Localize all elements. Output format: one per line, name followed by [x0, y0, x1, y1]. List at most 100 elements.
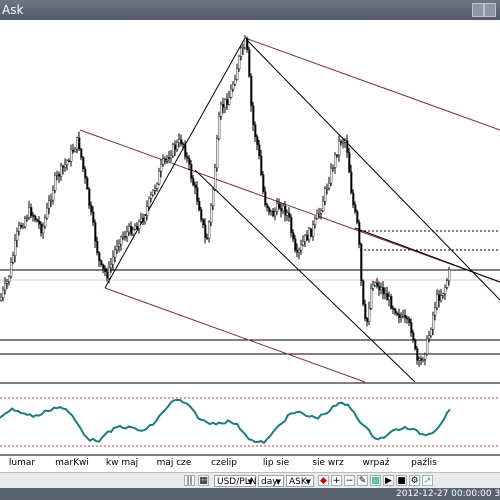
candle-body [320, 210, 323, 214]
candle-body [162, 158, 165, 165]
price-side-select[interactable]: ASK ▼ [286, 475, 314, 487]
zoom-in-icon[interactable]: + [331, 475, 342, 486]
candle-body [432, 314, 435, 330]
candle-body [412, 332, 415, 341]
candle-body [54, 175, 57, 191]
candle-body [138, 221, 141, 229]
indicator-icon[interactable]: ▦ [198, 475, 209, 486]
candle-body [288, 212, 291, 218]
candle-body [392, 308, 395, 310]
candle-body [144, 215, 147, 222]
candle-body [316, 213, 319, 219]
candle-body [404, 314, 407, 319]
candle-body [318, 212, 321, 215]
candle-body [104, 268, 107, 272]
candle-body [430, 329, 433, 336]
candle-body [386, 293, 389, 300]
candle-body [234, 79, 237, 85]
candle-body [242, 47, 245, 50]
candle-body [344, 140, 347, 143]
candle-body [366, 318, 369, 322]
candle-body [106, 271, 109, 279]
candle-body [218, 116, 221, 139]
candle-body [208, 221, 211, 239]
candle-body [308, 228, 311, 241]
minimize-button[interactable] [472, 3, 484, 17]
candle-body [38, 220, 41, 225]
candle-body [154, 188, 157, 191]
candle-body [58, 173, 61, 177]
candle-body [6, 281, 9, 284]
candle-body [34, 215, 37, 221]
candle-body [188, 158, 191, 165]
candle-body [368, 308, 371, 322]
candle-body [206, 237, 209, 239]
candle-body [354, 204, 357, 212]
candle-body [50, 199, 53, 202]
candle-body [2, 289, 5, 298]
x-tick-label: lumar [8, 458, 36, 468]
candle-body [314, 218, 317, 225]
candle-body [446, 280, 449, 288]
candle-body [46, 207, 49, 219]
candle-body [92, 211, 95, 223]
autoscroll-icon[interactable]: ▶ [383, 475, 394, 486]
zoom-out-icon[interactable]: − [344, 475, 355, 486]
candle-body [174, 144, 177, 150]
window-titlebar: Ask [0, 0, 500, 20]
candle-body [372, 284, 375, 289]
candle-body [216, 138, 219, 169]
candle-body [382, 287, 385, 295]
candle-body [226, 98, 229, 105]
candle-body [98, 252, 101, 261]
candle-body [40, 223, 43, 234]
candle-body [10, 262, 13, 277]
candle-body [374, 282, 377, 286]
candle-body [398, 314, 401, 318]
candle-body [136, 225, 139, 229]
candle-body [122, 236, 125, 238]
candle-body [440, 295, 443, 301]
candle-body [64, 164, 67, 168]
candle-body [312, 224, 315, 237]
candle-body [62, 165, 65, 168]
candle-body [100, 260, 103, 265]
candle-body [204, 224, 207, 238]
price-chart[interactable] [0, 20, 500, 476]
screenshot-icon[interactable]: ■ [396, 475, 407, 486]
candle-body [348, 152, 351, 173]
candle-body [384, 293, 387, 295]
candle-body [346, 140, 349, 153]
x-tick-label: sie wrz [312, 458, 344, 468]
chart-background [0, 20, 500, 476]
candle-body [414, 339, 417, 349]
instrument-select[interactable]: USD/PLN ▼ [214, 475, 256, 487]
candle-body [166, 157, 169, 160]
candle-body [8, 276, 11, 282]
period-select[interactable]: day ▼ [258, 475, 284, 487]
draw-icon[interactable]: ✎ [357, 475, 368, 486]
candle-body [322, 200, 325, 212]
arrow-icon[interactable]: ↗ [422, 475, 433, 486]
candle-body [126, 231, 129, 237]
grid-icon[interactable]: ▩ [370, 475, 381, 486]
crosshair-icon[interactable]: ◆ [318, 475, 329, 486]
close-button[interactable] [484, 3, 496, 17]
candle-body [428, 335, 431, 340]
candle-body [264, 191, 267, 205]
candle-body [180, 139, 183, 145]
candle-body [128, 226, 131, 233]
candle-body [14, 240, 17, 256]
candle-body [304, 234, 307, 242]
pause-icon[interactable]: || [184, 475, 195, 486]
candle-body [48, 200, 51, 209]
candle-body [212, 189, 215, 206]
candle-body [296, 250, 299, 253]
candle-body [72, 149, 75, 152]
candle-body [376, 282, 379, 287]
candle-body [416, 348, 419, 361]
candle-body [90, 205, 93, 213]
candle-body [86, 177, 89, 190]
candle-body [190, 164, 193, 179]
settings-icon[interactable]: ⚙ [409, 475, 420, 486]
